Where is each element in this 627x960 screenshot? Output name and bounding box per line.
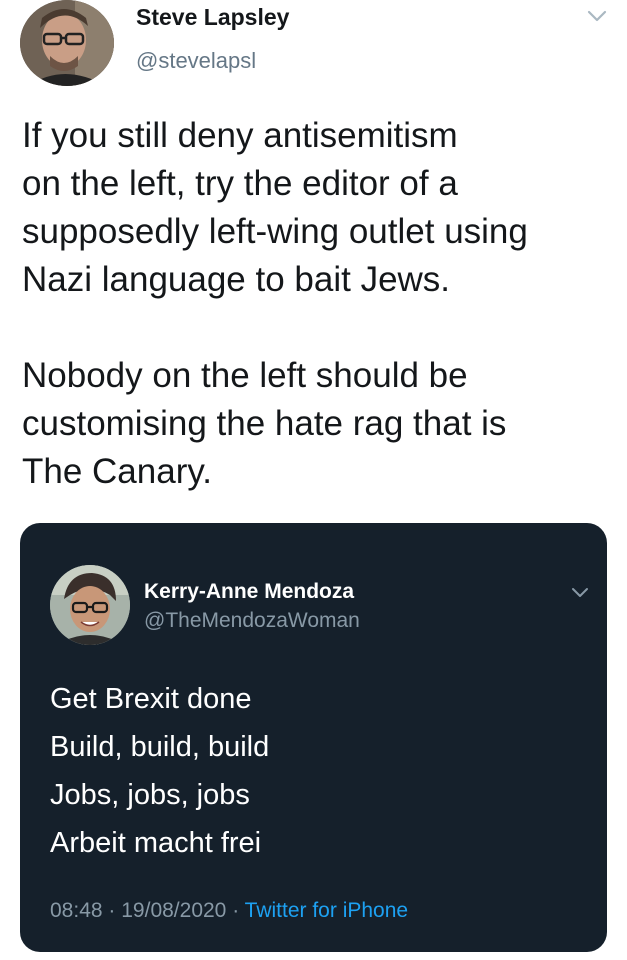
chevron-down-icon [572,588,588,597]
quoted-tweet-date[interactable]: 19/08/2020 [121,899,226,922]
quoted-tweet-text-line: Build, build, build [50,731,270,763]
author-avatar-image [20,0,114,86]
quoted-author-avatar[interactable] [50,565,130,645]
quoted-tweet-card[interactable]: Kerry-Anne Mendoza @TheMendozaWoman Get … [20,523,607,952]
author-name[interactable]: Steve Lapsley [136,4,289,31]
quoted-tweet-text-line: Get Brexit done [50,683,252,715]
quoted-author-handle[interactable]: @TheMendozaWoman [144,609,360,633]
tweet-text-line: Nobody on the left should be [22,356,468,395]
quoted-tweet-text-line: Arbeit macht frei [50,827,262,859]
tweet-text-line: Nazi language to bait Jews. [22,260,451,299]
tweet-text: If you still deny antisemitism on the le… [22,112,612,496]
quoted-author-name[interactable]: Kerry-Anne Mendoza [144,580,354,604]
tweet-text-line: supposedly left-wing outlet using [22,212,528,251]
meta-separator: · [232,899,240,922]
chevron-down-icon [587,10,607,22]
tweet-menu-chevron-down-icon[interactable] [586,8,608,24]
quoted-tweet-text-line: Jobs, jobs, jobs [50,779,250,811]
quoted-author-avatar-image [50,565,130,645]
tweet-text-line: on the left, try the editor of a [22,164,458,203]
quoted-tweet-menu-chevron-down-icon[interactable] [570,586,590,600]
meta-separator: · [108,899,116,922]
author-avatar[interactable] [20,0,114,86]
quoted-tweet-source-link[interactable]: Twitter for iPhone [245,899,408,922]
tweet-text-line: customising the hate rag that is [22,404,507,443]
quoted-tweet-time[interactable]: 08:48 [50,899,103,922]
quoted-tweet-meta: 08:48 · 19/08/2020 · Twitter for iPhone [50,899,408,923]
quoted-tweet-text: Get Brexit done Build, build, build Jobs… [50,675,269,867]
tweet-text-line: If you still deny antisemitism [22,116,458,155]
author-handle[interactable]: @stevelapsl [136,48,256,74]
tweet-text-line: The Canary. [22,452,212,491]
